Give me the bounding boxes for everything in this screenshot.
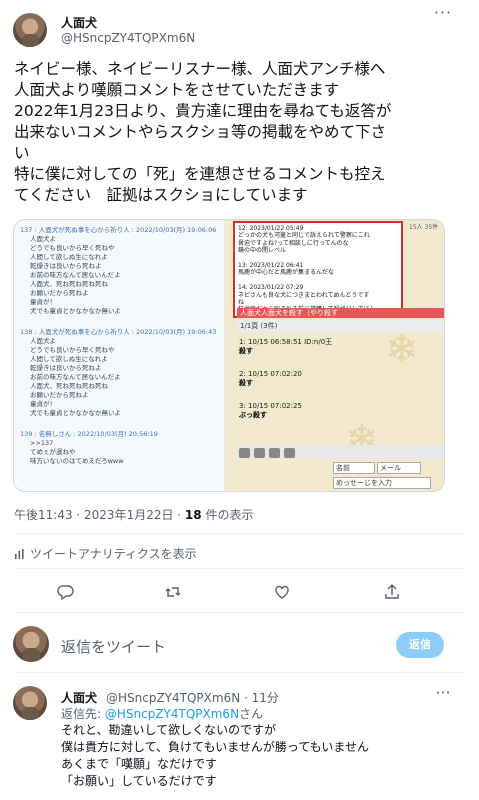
- reply-input[interactable]: 返信をツイート: [61, 636, 166, 657]
- reply-author-name[interactable]: 人面犬: [61, 689, 97, 706]
- thread-post: 1: 10/15 06:58:51 ID:n/0王 殺す: [239, 338, 333, 355]
- author-display-name[interactable]: 人面犬: [61, 14, 97, 31]
- screenshot-right-panel: ❄ ❄ 12: 2023/01/22 05:49 どっかの犬も河童と同じで訴えら…: [225, 220, 444, 491]
- screenshot-post-line: お願いだから死ねよ: [30, 289, 89, 297]
- tweet-timestamp: 午後11:43 · 2023年1月22日 · 18 件の表示: [14, 508, 254, 522]
- post-toolbar: [237, 445, 444, 459]
- thread-title: 人面犬人面犬を殺す（やり殺す: [237, 308, 444, 318]
- screenshot-post-line: >>137: [30, 439, 54, 447]
- replying-to: 返信先: @HSncpZY4TQPXm6Nさん: [61, 707, 264, 721]
- screenshot-post-line: 人面犬、死ね死ね死ね死ね: [30, 382, 108, 390]
- screenshot-post-line: 人面犬よ: [30, 235, 56, 243]
- screenshot-post-line: どうでも良いから早く死ねや: [30, 244, 115, 252]
- reindeer-decoration: ❄: [385, 327, 419, 373]
- screenshot-post-line: 人間して欲しぬ生になれよ: [30, 253, 108, 261]
- retweet-icon[interactable]: [164, 583, 182, 601]
- screenshot-post-line: 犬でも童貞とかなかなか無いよ: [30, 409, 121, 417]
- screenshot-left-panel: 137 : 人面犬が死ぬ事を心から祈り人 : 2022/10/03(月) 19:…: [14, 220, 224, 491]
- divider: [14, 533, 465, 534]
- analytics-icon: [15, 549, 24, 559]
- more-options-icon[interactable]: ···: [432, 5, 454, 24]
- analytics-label: ツイートアナリティクスを表示: [30, 547, 197, 561]
- viewer-count: 15人 35件: [409, 224, 439, 231]
- screenshot-post-line: お前の味方なんて居ないんだよ: [30, 271, 121, 279]
- reply-more-options-icon[interactable]: ···: [432, 683, 454, 702]
- screenshot-post-header: 139 : 名無しさん : 2022/10/03(月) 20:56:19: [20, 430, 158, 438]
- tweet-text: ネイビー様、ネイビーリスナー様、人面犬アンチ様へ 人面犬より嘆願コメントをさせて…: [14, 60, 392, 204]
- author-handle[interactable]: @HSncpZY4TQPXm6N: [61, 31, 195, 45]
- author-avatar[interactable]: [13, 13, 47, 47]
- share-icon[interactable]: [383, 583, 401, 601]
- screenshot-post-line: 人面犬よ: [30, 337, 56, 345]
- thread-post: 3: 10/15 07:02:25 ぶっ殺す: [239, 402, 302, 419]
- mention-link[interactable]: @HSncpZY4TQPXm6N: [105, 707, 239, 721]
- highlighted-comments-box: 12: 2023/01/22 05:49 どっかの犬も河童と同じで訴えられて警察…: [233, 221, 403, 318]
- analytics-link[interactable]: ツイートアナリティクスを表示: [14, 545, 197, 562]
- reply-icon[interactable]: [57, 583, 75, 601]
- reply-author-handle[interactable]: @HSncpZY4TQPXm6N · 11分: [106, 689, 279, 706]
- screenshot-post-line: お前の味方なんて居ないんだよ: [30, 373, 121, 381]
- divider: [14, 612, 465, 613]
- screenshot-post-line: 人間して欲しぬ生になれよ: [30, 355, 108, 363]
- screenshot-post-line: お願いだから死ねよ: [30, 391, 89, 399]
- like-icon[interactable]: [273, 583, 291, 601]
- composer-avatar[interactable]: [13, 626, 49, 662]
- divider: [14, 672, 465, 673]
- thread-page-info: 1/1頁 (3件): [237, 320, 444, 332]
- reply-button[interactable]: 返信: [396, 632, 444, 658]
- screenshot-post-line: 童貞が！: [30, 298, 56, 306]
- tweet-header: 人面犬 @HSncpZY4TQPXm6N ···: [0, 0, 479, 62]
- screenshot-post-line: 犬でも童貞とかなかなか無いよ: [30, 307, 121, 315]
- screenshot-post-line: てめぇが運ねや: [30, 448, 76, 456]
- reply-author-avatar[interactable]: [13, 686, 47, 720]
- screenshot-post-line: どうでも良いから早く死ねや: [30, 346, 115, 354]
- screenshot-post-line: 乾燥きは良いから死ねよ: [30, 364, 102, 372]
- screenshot-post-line: 人面犬、死ね死ね死ね死ね: [30, 280, 108, 288]
- message-field: めっせーじを入力: [333, 477, 431, 489]
- divider: [14, 568, 465, 569]
- tweet-media-image[interactable]: 137 : 人面犬が死ぬ事を心から祈り人 : 2022/10/03(月) 19:…: [13, 219, 445, 492]
- screenshot-post-line: 乾燥きは良いから死ねよ: [30, 262, 102, 270]
- mail-field: メール: [377, 462, 421, 474]
- screenshot-post-line: 童貞が！: [30, 400, 56, 408]
- thread-post: 2: 10/15 07:02:20 殺す: [239, 370, 302, 387]
- screenshot-post-header: 137 : 人面犬が死ぬ事を心から祈り人 : 2022/10/03(月) 19:…: [20, 226, 217, 234]
- name-field: 名前: [333, 462, 375, 474]
- view-count: 18: [184, 508, 202, 522]
- reply-text: それと、勘違いして欲しくないのですが 僕は貴方に対して、負けてもいませんが勝って…: [61, 723, 370, 788]
- screenshot-post-line: 味方いないのはてめえだろwww: [30, 457, 124, 465]
- screenshot-post-header: 138 : 人面犬が死ぬ事を心から祈り人 : 2022/10/03(月) 19:…: [20, 328, 217, 336]
